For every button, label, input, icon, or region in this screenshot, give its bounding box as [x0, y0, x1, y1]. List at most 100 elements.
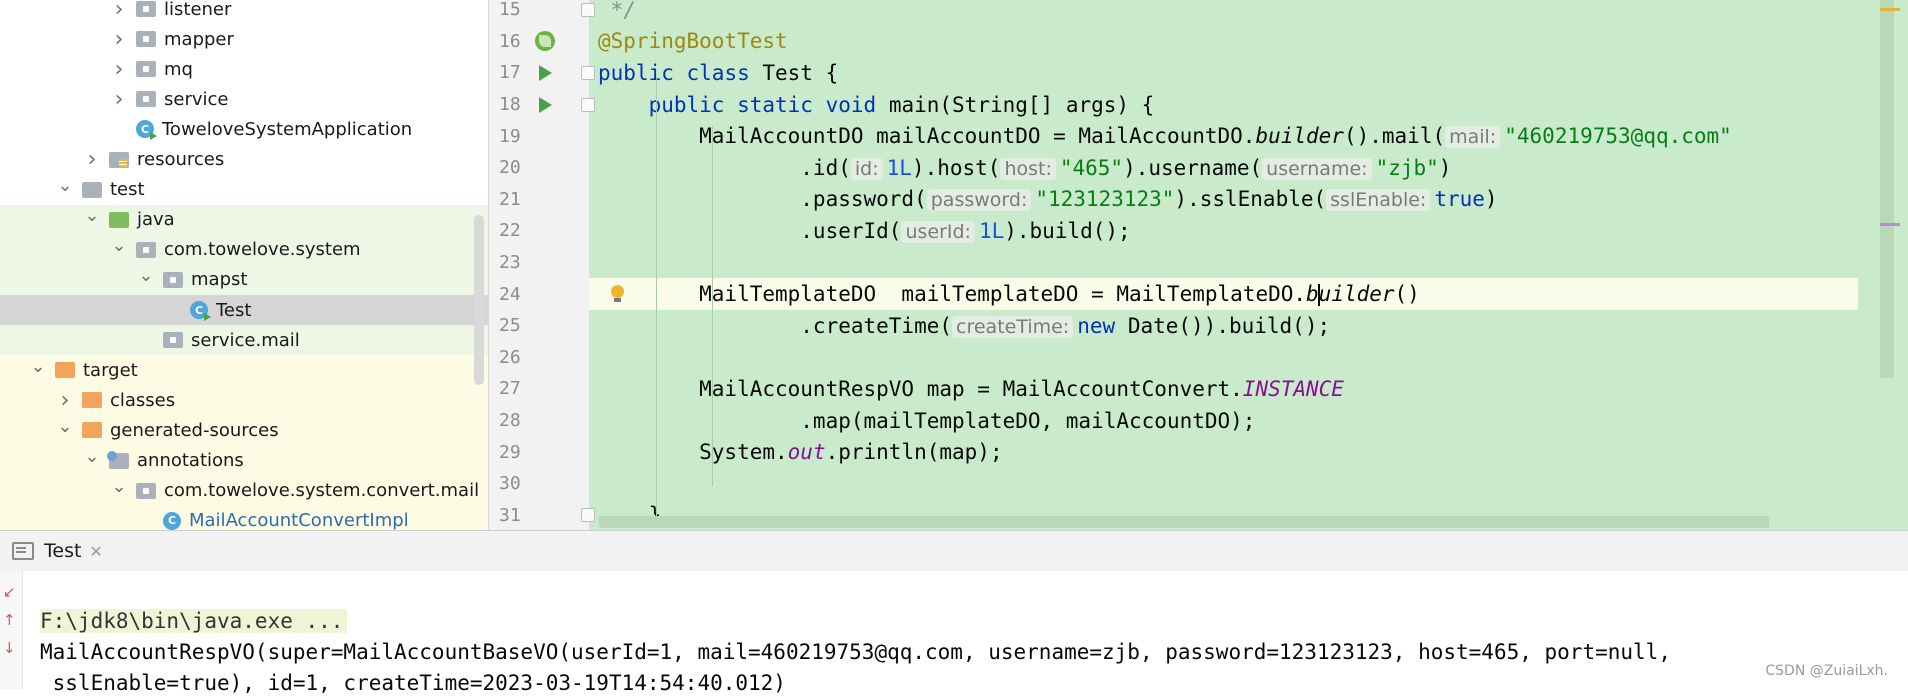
- tree-item-label: test: [110, 179, 145, 201]
- tree-item[interactable]: ⌄ com.towelove.system: [0, 234, 488, 265]
- code-token: "465": [1059, 155, 1124, 180]
- code-line[interactable]: 20 .id(id: 1L).host(host: "465").username(…: [489, 152, 1908, 184]
- tree-item[interactable]: ⌄ mapst: [0, 264, 488, 295]
- code-line[interactable]: 16 @SpringBootTest: [489, 26, 1908, 58]
- code-token: main(String[] args) {: [888, 92, 1155, 117]
- package-icon: [136, 91, 156, 108]
- line-number: 28: [499, 410, 521, 432]
- line-number: 20: [499, 157, 521, 179]
- chevron-right-icon[interactable]: ›: [112, 57, 126, 82]
- code-text: MailAccountRespVO map = MailAccountConve…: [598, 377, 1344, 401]
- code-token: 1L: [886, 155, 912, 180]
- warning-marker[interactable]: [1880, 8, 1900, 11]
- chevron-down-icon[interactable]: ⌄: [57, 416, 72, 437]
- tree-item[interactable]: › classes: [0, 385, 488, 416]
- code-token: .createTime(: [598, 313, 953, 338]
- code-line[interactable]: 24 MailTemplateDO mailTemplateDO = MailT…: [489, 278, 1908, 310]
- code-token: */: [598, 0, 636, 22]
- code-line[interactable]: 19 MailAccountDO mailAccountDO = MailAcc…: [489, 120, 1908, 152]
- chevron-down-icon[interactable]: ⌄: [84, 446, 99, 467]
- run-icon[interactable]: [539, 96, 552, 113]
- fold-icon[interactable]: [581, 65, 595, 80]
- project-scrollbar[interactable]: [474, 215, 484, 385]
- editor-horizontal-scrollbar[interactable]: [599, 516, 1769, 528]
- code-token: ).host(: [911, 155, 1001, 180]
- spring-bean-icon[interactable]: [535, 31, 555, 52]
- rerun-icon[interactable]: ↙: [3, 585, 17, 600]
- code-text: MailTemplateDO mailTemplateDO = MailTemp…: [598, 282, 1420, 307]
- down-arrow-icon[interactable]: ↓: [3, 641, 17, 656]
- tree-item[interactable]: › listener: [0, 0, 488, 24]
- code-line[interactable]: 17 public class Test {: [489, 57, 1908, 89]
- project-tool-window: › listener › mapper › mq › service C ToweloveSyst…: [0, 0, 489, 530]
- code-line[interactable]: 27 MailAccountRespVO map = MailAccountCo…: [489, 373, 1908, 405]
- watermark: CSDN @ZuiaiLxh.: [1765, 663, 1888, 679]
- chevron-right-icon[interactable]: ›: [58, 388, 72, 413]
- chevron-right-icon[interactable]: ›: [112, 87, 126, 112]
- code-line[interactable]: 26: [489, 342, 1908, 374]
- package-icon: [163, 332, 183, 349]
- code-editor[interactable]: 15 */16 @SpringBootTest 17 public class Tes…: [489, 0, 1908, 530]
- tree-item[interactable]: C MailAccountConvertImpl: [0, 505, 488, 530]
- code-line[interactable]: 23: [489, 247, 1908, 279]
- chevron-right-icon[interactable]: ›: [85, 147, 99, 172]
- code-token: ).build();: [1004, 218, 1131, 243]
- code-token: builder: [1255, 124, 1344, 149]
- run-tab-label: Test: [44, 540, 82, 562]
- tree-item[interactable]: ⌄ annotations: [0, 445, 488, 476]
- chevron-down-icon[interactable]: ⌄: [111, 235, 126, 256]
- code-line[interactable]: 15 */: [489, 0, 1908, 26]
- console-command-line: F:\jdk8\bin\java.exe ...: [40, 609, 348, 633]
- chevron-right-icon[interactable]: ›: [112, 27, 126, 52]
- code-token: ).username(: [1123, 155, 1263, 180]
- code-line[interactable]: 30: [489, 468, 1908, 500]
- chevron-down-icon[interactable]: ⌄: [57, 175, 72, 196]
- tree-item[interactable]: ⌄ com.towelove.system.convert.mail: [0, 475, 488, 506]
- tree-item[interactable]: C ToweloveSystemApplication: [0, 114, 488, 144]
- tree-item-label: mq: [164, 58, 193, 80]
- close-tab-icon[interactable]: ✕: [89, 542, 102, 561]
- tree-item[interactable]: › service: [0, 84, 488, 114]
- caret-marker[interactable]: [1880, 223, 1900, 226]
- code-text: public class Test {: [598, 61, 838, 85]
- tree-item[interactable]: C Test: [0, 295, 488, 325]
- chevron-down-icon[interactable]: ⌄: [84, 205, 99, 226]
- chevron-down-icon[interactable]: ⌄: [30, 356, 45, 377]
- tree-item[interactable]: ⌄ test: [0, 175, 488, 205]
- folder-icon: [109, 211, 129, 228]
- line-number: 27: [499, 378, 521, 400]
- folder-icon: [55, 362, 75, 379]
- parameter-hint: id:: [850, 157, 883, 180]
- run-icon[interactable]: [539, 64, 552, 81]
- tree-item[interactable]: service.mail: [0, 325, 488, 356]
- tree-item[interactable]: ⌄ target: [0, 355, 488, 386]
- fold-icon[interactable]: [581, 97, 595, 112]
- code-token: .password(: [598, 187, 927, 212]
- chevron-down-icon[interactable]: ⌄: [138, 265, 153, 286]
- code-text: .id(id: 1L).host(host: "465").username(use…: [598, 156, 1451, 180]
- tree-item-label: mapper: [164, 28, 234, 50]
- chevron-right-icon[interactable]: ›: [112, 0, 126, 22]
- tree-item[interactable]: ⌄ generated-sources: [0, 415, 488, 446]
- code-line[interactable]: 28 .map(mailTemplateDO, mailAccountDO);: [489, 405, 1908, 437]
- code-line[interactable]: 21 .password(password: "123123123").sslEn…: [489, 184, 1908, 216]
- code-line[interactable]: 29 System.out.println(map);: [489, 436, 1908, 468]
- run-tab-test[interactable]: Test ✕: [12, 540, 103, 562]
- fold-icon[interactable]: [581, 2, 595, 17]
- code-line[interactable]: 25 .createTime(createTime: new Date()).bu…: [489, 310, 1908, 342]
- chevron-down-icon[interactable]: ⌄: [111, 476, 126, 497]
- code-line[interactable]: 18 public static void main(String[] args…: [489, 89, 1908, 121]
- console-output[interactable]: F:\jdk8\bin\java.exe ... MailAccountResp…: [40, 575, 1671, 699]
- tree-item[interactable]: › resources: [0, 145, 488, 175]
- code-token: out: [787, 440, 826, 465]
- code-line[interactable]: 22 .userId(userId: 1L).build();: [489, 215, 1908, 247]
- line-number: 15: [499, 0, 521, 21]
- tree-item[interactable]: › mapper: [0, 24, 488, 54]
- tree-item[interactable]: ⌄ java: [0, 204, 488, 235]
- fold-icon[interactable]: [581, 508, 595, 523]
- editor-vertical-scrollbar[interactable]: [1880, 0, 1894, 378]
- up-arrow-icon[interactable]: ↑: [3, 613, 17, 628]
- tree-item[interactable]: › mq: [0, 54, 488, 84]
